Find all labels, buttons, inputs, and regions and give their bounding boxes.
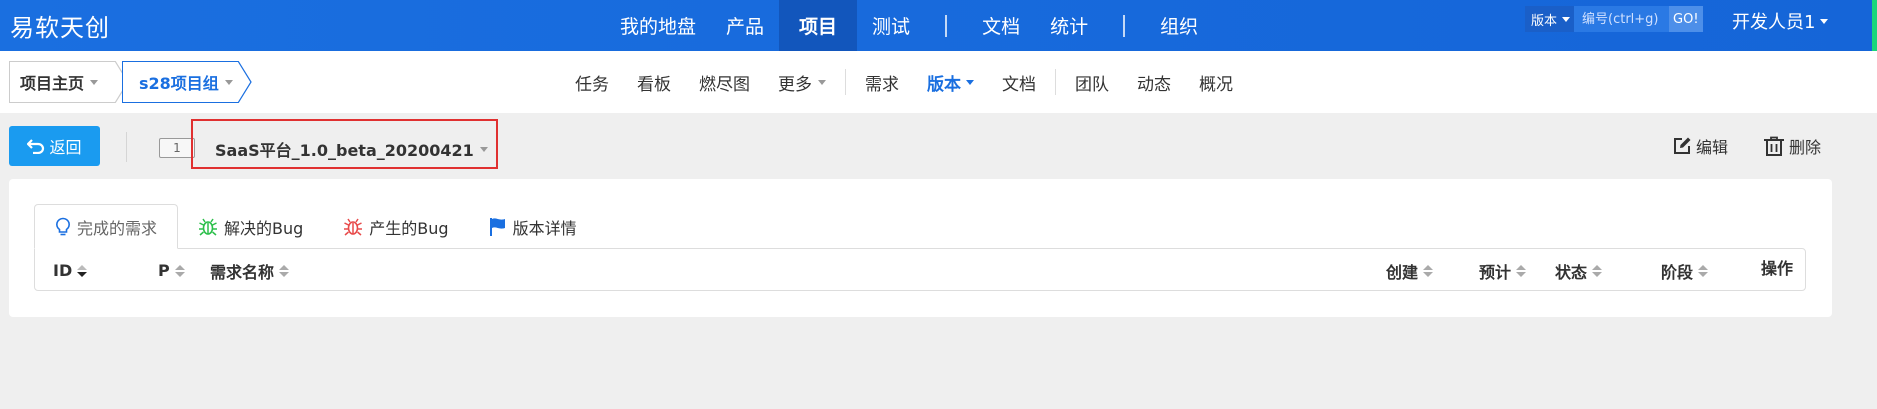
column-header-stage[interactable]: 阶段 <box>1661 249 1709 292</box>
top-bar: 易软天创 我的地盘 产品 项目 测试 文档 统计 组织 版本 GO! 开发人员1 <box>0 0 1877 51</box>
breadcrumb-home-label: 项目主页 <box>20 74 85 93</box>
user-menu[interactable]: 开发人员1 <box>1732 8 1829 34</box>
chevron-down-icon <box>224 79 233 85</box>
top-nav: 我的地盘 产品 项目 测试 文档 统计 组织 <box>605 0 1213 51</box>
search-type-dropdown[interactable]: 版本 <box>1525 6 1575 32</box>
subnav-more-label: 更多 <box>778 74 812 95</box>
back-button-label: 返回 <box>49 138 82 157</box>
tab-label: 解决的Bug <box>224 218 304 238</box>
delete-button[interactable]: 删除 <box>1763 134 1821 158</box>
toolbar-divider <box>126 132 127 162</box>
nav-divider <box>945 14 948 37</box>
sort-icon <box>1516 264 1527 277</box>
flag-icon <box>489 217 505 236</box>
sort-icon <box>279 264 290 277</box>
column-label: 操作 <box>1761 258 1794 278</box>
chevron-down-icon <box>90 79 99 85</box>
breadcrumb-project[interactable]: s28项目组 <box>122 61 252 103</box>
subnav-kanban[interactable]: 看板 <box>623 70 685 95</box>
tab-label: 完成的需求 <box>77 218 158 238</box>
subnav-doc[interactable]: 文档 <box>988 70 1050 95</box>
chevron-down-icon <box>818 79 826 85</box>
sort-icon <box>174 264 185 277</box>
nav-item-doc[interactable]: 文档 <box>967 0 1035 51</box>
column-header-actions: 操作 <box>1761 245 1793 288</box>
column-label: 创建 <box>1386 262 1419 282</box>
bug-icon <box>199 218 218 236</box>
breadcrumb-arrow-icon <box>238 61 252 103</box>
nav-item-project[interactable]: 项目 <box>779 0 858 51</box>
subnav-divider <box>845 69 846 95</box>
breadcrumb-home[interactable]: 项目主页 <box>9 61 129 103</box>
tab-label: 版本详情 <box>512 218 577 238</box>
column-label: 需求名称 <box>210 262 275 282</box>
subnav-story[interactable]: 需求 <box>851 70 913 95</box>
edit-button[interactable]: 编辑 <box>1672 134 1728 158</box>
tab-finished-stories[interactable]: 完成的需求 <box>34 204 179 249</box>
tab-resolved-bugs[interactable]: 解决的Bug <box>178 204 323 249</box>
breadcrumb-project-label: s28项目组 <box>139 74 219 93</box>
tab-label: 产生的Bug <box>369 218 449 238</box>
column-header-title[interactable]: 需求名称 <box>210 249 290 292</box>
lightbulb-icon <box>56 217 70 235</box>
nav-item-org[interactable]: 组织 <box>1145 0 1213 51</box>
edit-icon <box>1674 137 1691 154</box>
content-panel: 完成的需求 解决的Bug 产生的Bug 版本详情 ID P 需求名称 创建 预计… <box>9 179 1832 317</box>
subnav-task[interactable]: 任务 <box>561 70 623 95</box>
delete-label: 删除 <box>1789 138 1822 157</box>
nav-item-stats[interactable]: 统计 <box>1035 0 1103 51</box>
trash-icon <box>1764 136 1784 156</box>
sort-icon <box>1592 264 1603 277</box>
edit-label: 编辑 <box>1696 138 1729 157</box>
nav-item-product[interactable]: 产品 <box>711 0 779 51</box>
bug-icon <box>344 218 363 236</box>
chevron-down-icon <box>1562 16 1571 22</box>
subnav-build-label: 版本 <box>927 74 961 95</box>
column-header-priority[interactable]: P <box>158 249 185 292</box>
sub-bar: 项目主页 s28项目组 任务 看板 燃尽图 更多 需求 版本 文档 团队 动态 … <box>0 51 1877 113</box>
nav-item-my[interactable]: 我的地盘 <box>605 0 711 51</box>
column-label: 状态 <box>1555 262 1588 282</box>
sort-icon <box>1423 264 1434 277</box>
column-label: ID <box>53 261 73 280</box>
back-button[interactable]: 返回 <box>9 126 100 166</box>
column-header-estimate[interactable]: 预计 <box>1479 249 1527 292</box>
subnav-build[interactable]: 版本 <box>913 70 988 95</box>
subnav-more[interactable]: 更多 <box>764 70 840 95</box>
search-type-label: 版本 <box>1531 13 1558 29</box>
chevron-down-icon <box>966 79 974 85</box>
project-nav: 任务 看板 燃尽图 更多 需求 版本 文档 团队 动态 概况 <box>561 51 1247 113</box>
subnav-burndown[interactable]: 燃尽图 <box>685 70 764 95</box>
tab-build-details[interactable]: 版本详情 <box>469 204 597 249</box>
column-label: 阶段 <box>1661 262 1694 282</box>
version-id-badge: 1 <box>159 138 195 158</box>
app-logo[interactable]: 易软天创 <box>10 8 110 43</box>
column-label: 预计 <box>1479 262 1512 282</box>
chevron-down-icon <box>1820 18 1829 24</box>
story-table: ID P 需求名称 创建 预计 状态 阶段 操作 <box>34 248 1806 291</box>
subnav-divider <box>1055 69 1056 95</box>
subnav-team[interactable]: 团队 <box>1061 70 1123 95</box>
column-header-created[interactable]: 创建 <box>1386 249 1434 292</box>
nav-item-test[interactable]: 测试 <box>857 0 925 51</box>
search-go-button[interactable]: GO! <box>1669 6 1703 32</box>
undo-icon <box>27 139 45 154</box>
sort-icon <box>1698 264 1709 277</box>
highlight-box <box>191 119 498 169</box>
column-header-status[interactable]: 状态 <box>1555 249 1603 292</box>
subnav-dynamic[interactable]: 动态 <box>1123 70 1185 95</box>
subnav-overview[interactable]: 概况 <box>1185 70 1247 95</box>
search-input[interactable] <box>1574 6 1670 32</box>
tab-created-bugs[interactable]: 产生的Bug <box>323 204 468 249</box>
build-tabs: 完成的需求 解决的Bug 产生的Bug 版本详情 <box>34 204 597 249</box>
column-label: P <box>158 261 170 280</box>
user-name: 开发人员1 <box>1732 12 1816 33</box>
global-search: 版本 GO! <box>1525 6 1703 32</box>
nav-divider <box>1123 14 1126 37</box>
sort-icon <box>77 264 88 277</box>
edge-indicator <box>1872 0 1877 51</box>
column-header-id[interactable]: ID <box>53 249 88 292</box>
